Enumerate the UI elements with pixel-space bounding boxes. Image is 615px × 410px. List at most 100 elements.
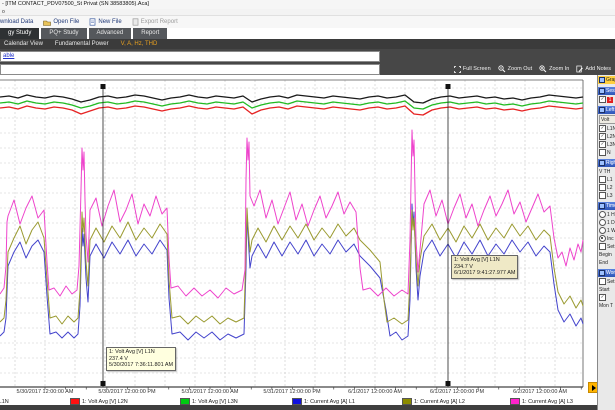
checkbox[interactable]: ✓ [599,294,606,301]
sidebar-check-l3[interactable]: L3 [598,192,615,199]
sidebar-radio-inc[interactable]: Inc [598,235,615,242]
sidebar-check-set[interactable]: Set: [598,278,615,285]
open-file-button[interactable]: Open File [43,19,79,26]
subnav-calendar-view[interactable]: Calendar View [4,41,43,47]
checkbox[interactable]: ✓ [599,133,606,140]
cursor-handle-top[interactable] [101,84,106,89]
sidebar-tab-volt[interactable]: Volt [599,115,615,124]
sidebar-label: N [607,150,611,156]
radio-button[interactable] [599,219,606,226]
sidebar-check-l2n[interactable]: ✓L2N [598,133,615,140]
table-link[interactable]: able [3,53,14,59]
tab-advanced[interactable]: Advanced [89,28,132,39]
checkbox[interactable]: ✓ [599,96,606,103]
export-report-button[interactable]: Export Report [132,18,178,26]
checkbox[interactable]: ✓ [599,141,606,148]
sidebar-label: 1 H [607,212,615,218]
x-tick-label: 6/1/2017 12:00:00 PM [421,389,493,395]
series-1-volt-avg-v-l2n [0,106,583,115]
cursor-handle-bottom[interactable] [446,381,451,386]
sidebar-check-l2[interactable]: L2 [598,184,615,191]
settings-sidebar: GrapSess✓1LeftVolt✓L1N✓L2N✓L3NNRighV THL… [597,75,615,410]
sidebar-check-l1n[interactable]: ✓L1N [598,125,615,132]
checkbox[interactable] [599,176,606,183]
add-notes-button[interactable]: Add Notes [576,65,611,73]
sidebar-header-time[interactable]: Time [598,202,615,210]
sidebar-checkbadge-1[interactable]: ✓1 [598,96,615,103]
legend-swatch [180,398,190,405]
tab-energy-study[interactable]: gy Study [0,28,39,39]
x-tick-label: 5/30/2017 12:00:00 AM [9,389,81,395]
panel-icon [599,160,605,166]
sidebar-header-left[interactable]: Left [598,106,615,114]
checkbox[interactable] [599,278,606,285]
new-file-button[interactable]: New File [89,18,121,26]
cursor-tooltip-2: 1: Volt Avg [V] L1N234.7 V6/1/2017 9:41:… [451,255,518,279]
legend-swatch [402,398,412,405]
checkbox[interactable] [599,192,606,199]
sidebar-header-righ[interactable]: Righ [598,159,615,167]
legend-label: 1: Current Avg [A] L2 [414,399,465,405]
menu-bar[interactable]: o [0,9,615,16]
sidebar-app-grap[interactable]: Grap [598,76,615,84]
full-screen-icon [454,66,461,73]
legend-item-1-current-avg-a-l1[interactable]: 1: Current Avg [A] L1 [292,398,355,405]
parameter-combo[interactable] [0,64,380,75]
x-axis-labels: 5/30/2017 12:00:00 AM5/30/2017 12:00:00 … [0,389,583,397]
cursor-handle-top[interactable] [446,84,451,89]
checkbox[interactable]: ✓ [599,125,606,132]
sidebar-label: Inc [607,236,614,242]
cursor-handle-bottom[interactable] [101,381,106,386]
sidebar-label-end: End [598,259,615,266]
legend-item-1-current-avg-a-l2[interactable]: 1: Current Avg [A] L2 [402,398,465,405]
sidebar-header-sess[interactable]: Sess [598,87,615,95]
export-report-label: Export Report [141,19,178,25]
window-title: - [ITM CONTACT_PDV07500_St Privat (SN 38… [0,0,615,9]
trend-chart[interactable] [0,75,615,410]
tab-report[interactable]: Report [133,28,167,39]
view-mode-combo[interactable]: able [0,51,380,62]
legend-item-1-volt-avg-v-l2n[interactable]: 1: Volt Avg [V] L2N [70,398,128,405]
sidebar-check-l3n[interactable]: ✓L3N [598,141,615,148]
tab-pq-study[interactable]: PQ+ Study [41,28,86,39]
zoom-out-button[interactable]: Zoom Out [498,65,532,73]
legend-item-1-volt-avg-v-l3n[interactable]: 1: Volt Avg [V] L3N [180,398,238,405]
sidebar-header-work[interactable]: Work [598,269,615,277]
cursor-2[interactable] [446,84,451,387]
subnav-fundamental-power[interactable]: Fundamental Power [55,41,109,47]
add-notes-icon [576,65,583,73]
legend-item-1-volt-avg-v-l1n[interactable]: 1: Volt Avg [V] L1N [0,398,9,405]
checkbox[interactable] [599,243,606,250]
x-tick-label: 5/31/2017 12:00:00 PM [256,389,328,395]
sidebar-label: L1 [607,177,613,183]
panel-icon [599,107,605,113]
session-badge: 1 [607,97,613,103]
sidebar-label: L3N [607,142,615,148]
subnav-v-a-hz-thd[interactable]: V, A, Hz, THD [121,41,158,47]
sidebar-radio-1-h[interactable]: 1 H [598,211,615,218]
sidebar-label: Mon T [599,303,613,309]
app-window: - [ITM CONTACT_PDV07500_St Privat (SN 38… [0,0,615,410]
legend-label: 1: Volt Avg [V] L2N [82,399,128,405]
sidebar-label-begin: Begin [598,251,615,258]
sidebar-check-n[interactable]: N [598,149,615,156]
radio-button[interactable] [599,235,606,242]
sidebar-label: Grap [606,77,615,83]
radio-button[interactable] [599,211,606,218]
download-data-button[interactable]: wnload Data [0,19,33,25]
checkbox[interactable] [599,184,606,191]
open-folder-icon [43,19,51,26]
radio-button[interactable] [599,227,606,234]
legend-swatch [510,398,520,405]
sidebar-check-set[interactable]: Set: [598,243,615,250]
full-screen-button[interactable]: Full Screen [454,66,491,73]
zoom-in-button[interactable]: Zoom In [539,65,569,73]
legend-label: 1: Volt Avg [V] L1N [0,399,9,405]
sidebar-radio-1-w[interactable]: 1 W [598,227,615,234]
sidebar-radio-1-d[interactable]: 1 D [598,219,615,226]
sidebar-check-l1[interactable]: L1 [598,176,615,183]
checkbox[interactable] [599,149,606,156]
legend-item-1-current-avg-a-l3[interactable]: 1: Current Avg [A] L3 [510,398,573,405]
new-file-icon [89,18,96,26]
sidebar-check-item[interactable]: ✓ [598,294,615,301]
